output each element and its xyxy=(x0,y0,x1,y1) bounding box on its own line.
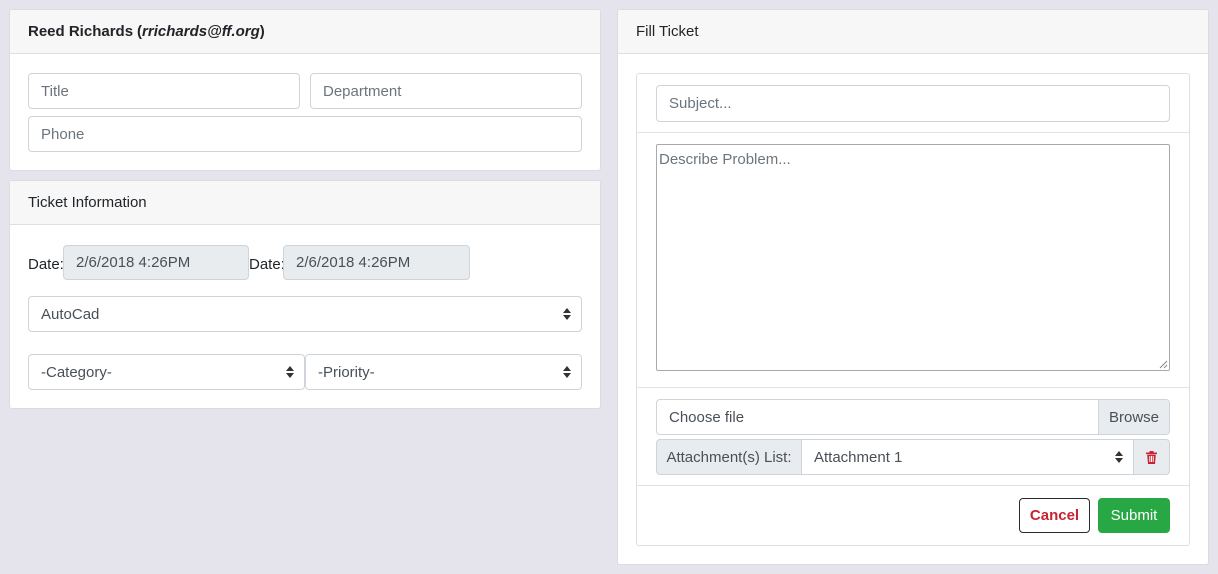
submit-button[interactable]: Submit xyxy=(1098,498,1170,533)
user-name: Reed Richards xyxy=(28,23,134,40)
updown-caret-icon xyxy=(1115,451,1123,463)
divider xyxy=(637,132,1189,133)
divider xyxy=(637,485,1189,486)
phone-input[interactable]: Phone xyxy=(28,116,582,152)
attachments-label: Attachment(s) List: xyxy=(656,439,802,475)
date-label-2: Date: xyxy=(249,256,285,273)
ticket-info-header: Ticket Information xyxy=(10,181,600,225)
user-card-header: Reed Richards (rrichards@ff.org) xyxy=(10,10,600,54)
cancel-button[interactable]: Cancel xyxy=(1019,498,1090,533)
user-card: Reed Richards (rrichards@ff.org) Title D… xyxy=(9,9,601,171)
browse-button[interactable]: Browse xyxy=(1098,400,1169,434)
divider xyxy=(637,387,1189,388)
date-field-2[interactable]: 2/6/2018 4:26PM xyxy=(283,245,470,280)
fill-ticket-header: Fill Ticket xyxy=(618,10,1208,54)
ticket-form: Subject... Describe Problem... Choose fi… xyxy=(636,73,1190,546)
updown-caret-icon xyxy=(563,366,571,378)
software-select[interactable]: AutoCad xyxy=(28,296,582,332)
department-input[interactable]: Department xyxy=(310,73,582,109)
trash-icon xyxy=(1146,450,1157,464)
delete-attachment-button[interactable] xyxy=(1133,439,1170,475)
date-field-1[interactable]: 2/6/2018 4:26PM xyxy=(63,245,249,280)
updown-caret-icon xyxy=(563,308,571,320)
attachment-select[interactable]: Attachment 1 xyxy=(801,439,1134,475)
priority-select[interactable]: -Priority- xyxy=(305,354,582,390)
ticket-info-card: Ticket Information Date: 2/6/2018 4:26PM… xyxy=(9,180,601,409)
updown-caret-icon xyxy=(286,366,294,378)
describe-problem-textarea[interactable]: Describe Problem... xyxy=(656,144,1170,371)
title-input[interactable]: Title xyxy=(28,73,300,109)
fill-ticket-card: Fill Ticket Subject... Describe Problem.… xyxy=(617,9,1209,565)
user-email: rrichards@ff.org xyxy=(142,23,260,40)
category-select[interactable]: -Category- xyxy=(28,354,305,390)
resize-grip-icon[interactable] xyxy=(1158,359,1168,369)
subject-input[interactable]: Subject... xyxy=(656,85,1170,122)
file-input[interactable]: Choose file Browse xyxy=(656,399,1170,435)
date-label-1: Date: xyxy=(28,256,64,273)
